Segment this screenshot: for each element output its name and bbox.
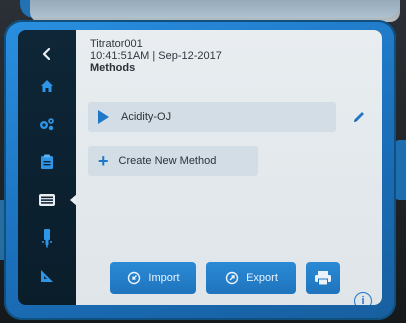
methods-list-icon: [39, 194, 55, 206]
home-icon: [41, 80, 53, 92]
method-label: Acidity-OJ: [121, 111, 172, 123]
sidebar-item-reports[interactable]: [18, 148, 76, 176]
sidebar-item-methods[interactable]: [18, 186, 77, 214]
edit-method-button[interactable]: [350, 108, 368, 126]
ruler-triangle-icon: [41, 270, 53, 282]
export-button[interactable]: Export: [206, 262, 296, 294]
titrator-device: Titrator001 10:41:51AM | Sep-12-2017 Met…: [4, 20, 396, 320]
main-panel: Titrator001 10:41:51AM | Sep-12-2017 Met…: [76, 30, 382, 305]
back-chevron-icon: [42, 47, 51, 61]
background-device-screen: [30, 0, 400, 22]
clipboard-icon: [41, 154, 53, 169]
electrode-icon: [42, 229, 52, 248]
back-button[interactable]: [18, 40, 76, 68]
play-icon: [98, 110, 109, 124]
sidebar-item-home[interactable]: [18, 72, 76, 100]
device-name: Titrator001: [90, 38, 143, 50]
info-button[interactable]: i: [354, 292, 372, 305]
import-button[interactable]: Import: [110, 262, 196, 294]
sidebar-item-calibration[interactable]: [18, 262, 76, 290]
bottom-toolbar: Import Export i: [76, 252, 382, 305]
status-header: Titrator001 10:41:51AM | Sep-12-2017 Met…: [90, 38, 222, 74]
import-label: Import: [148, 272, 180, 284]
import-icon: [126, 270, 142, 286]
plus-icon: +: [98, 151, 109, 171]
touch-screen: Titrator001 10:41:51AM | Sep-12-2017 Met…: [18, 30, 382, 305]
sidebar: [18, 30, 77, 305]
print-button[interactable]: [306, 262, 340, 294]
printer-icon: [315, 271, 331, 286]
sidebar-item-settings[interactable]: [18, 110, 76, 138]
sidebar-item-electrode[interactable]: [18, 224, 76, 252]
page-title: Methods: [90, 62, 136, 74]
photo-stage: Titrator001 10:41:51AM | Sep-12-2017 Met…: [0, 0, 406, 323]
gears-icon: [40, 118, 54, 131]
export-label: Export: [246, 272, 278, 284]
pencil-icon: [354, 112, 364, 122]
export-icon: [224, 270, 240, 286]
list-item-method[interactable]: Acidity-OJ: [88, 102, 336, 132]
create-new-method-button[interactable]: + Create New Method: [88, 146, 258, 176]
create-method-label: Create New Method: [118, 155, 217, 167]
datetime: 10:41:51AM | Sep-12-2017: [90, 50, 222, 62]
